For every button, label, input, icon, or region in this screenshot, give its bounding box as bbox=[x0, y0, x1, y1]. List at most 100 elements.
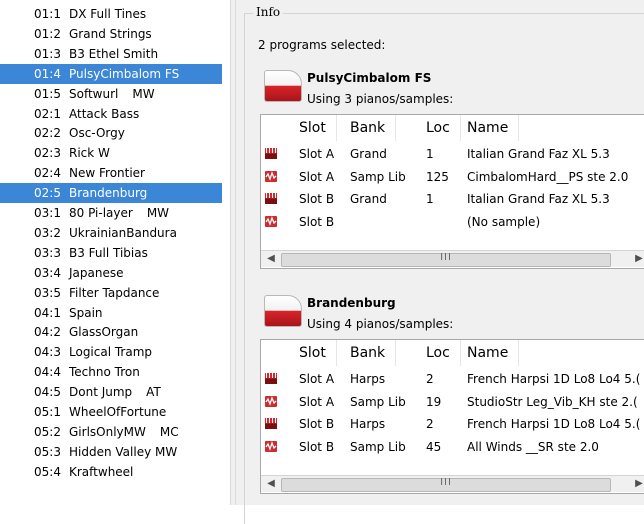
program-list-item[interactable]: 05:2 GirlsOnlyMW MC bbox=[0, 422, 222, 442]
program-list-item[interactable]: 02:1 Attack Bass bbox=[0, 104, 222, 124]
program-name: Japanese bbox=[69, 263, 124, 283]
scroll-left-icon[interactable]: ◀ bbox=[263, 476, 279, 492]
cell-bank: Harps bbox=[350, 417, 386, 431]
sample-icon bbox=[265, 395, 277, 407]
scrollbar-thumb[interactable]: III bbox=[281, 252, 611, 267]
column-header-bank[interactable]: Bank bbox=[350, 340, 397, 366]
table-row[interactable]: Slot B Grand 1 Italian Grand Faz XL 5.3 bbox=[261, 188, 644, 210]
column-header-name[interactable]: Name bbox=[467, 340, 520, 366]
program-list-item[interactable]: 04:5 Dont Jump AT bbox=[0, 382, 222, 402]
program-list-item[interactable]: 01:4 PulsyCimbalom FS bbox=[0, 63, 222, 84]
program-name: New Frontier bbox=[69, 163, 145, 183]
cell-name: All Winds __SR ste 2.0 bbox=[467, 439, 599, 454]
scrollbar-thumb[interactable]: III bbox=[281, 477, 611, 492]
program-list-item[interactable]: 03:3 B3 Full Tibias bbox=[0, 243, 222, 263]
program-list-item[interactable]: 02:5 Brandenburg bbox=[0, 183, 222, 204]
cell-bank: Samp Lib bbox=[350, 169, 406, 184]
horizontal-scrollbar[interactable]: ◀ III ▶ bbox=[261, 250, 644, 267]
program-name-text: Filter Tapdance bbox=[69, 285, 160, 300]
program-number: 01:1 bbox=[34, 7, 61, 21]
column-header-name[interactable]: Name bbox=[467, 115, 520, 141]
program-list-item[interactable]: 05:3 Hidden Valley MW bbox=[0, 442, 222, 462]
program-list-item[interactable]: 05:4 Kraftwheel bbox=[0, 462, 222, 482]
program-list-item[interactable]: 03:4 Japanese bbox=[0, 263, 222, 283]
program-name: WheelOfFortune bbox=[69, 402, 166, 422]
cell-bank: Grand bbox=[350, 192, 387, 206]
cell-name: Italian Grand Faz XL 5.3 bbox=[467, 192, 610, 206]
program-list-item[interactable]: 01:5 Softwurl MW bbox=[0, 84, 222, 104]
program-number: 01:4 bbox=[34, 66, 61, 81]
table-header: Slot Bank Loc Name bbox=[261, 115, 644, 141]
info-panel: Info 2 programs selected: PulsyCimbalom … bbox=[236, 0, 644, 524]
piano-icon bbox=[265, 373, 277, 384]
program-number: 05:1 bbox=[34, 405, 61, 419]
column-header-loc[interactable]: Loc bbox=[426, 340, 461, 366]
scroll-left-icon[interactable]: ◀ bbox=[263, 251, 279, 267]
program-list-item[interactable]: 04:2 GlassOrgan bbox=[0, 322, 222, 342]
program-name-text: Techno Tron bbox=[69, 365, 140, 380]
program-number: 03:1 bbox=[34, 206, 61, 220]
table-row[interactable]: Slot A Grand 1 Italian Grand Faz XL 5.3 bbox=[261, 143, 644, 165]
horizontal-scrollbar[interactable]: ◀ III ▶ bbox=[261, 475, 644, 492]
program-list-item[interactable]: 01:2 Grand Strings bbox=[0, 24, 222, 44]
program-list-item[interactable]: 03:1 80 Pi-layer MW bbox=[0, 203, 222, 223]
cell-bank: Grand bbox=[350, 147, 387, 161]
program-number: 02:3 bbox=[34, 146, 61, 161]
cell-name: CimbalomHard__PS ste 2.0 bbox=[467, 169, 629, 184]
cell-bank: Samp Lib bbox=[350, 394, 406, 409]
program-name-text: PulsyCimbalom FS bbox=[69, 66, 180, 81]
program-number: 04:3 bbox=[34, 345, 61, 360]
program-list[interactable]: 01:1 DX Full Tines 01:2 Grand Strings 01:3 B3… bbox=[0, 0, 222, 505]
table-row[interactable]: Slot A Samp Lib 125 CimbalomHard__PS ste 2.… bbox=[261, 166, 644, 188]
program-number: 03:3 bbox=[34, 245, 61, 260]
cell-name: (No sample) bbox=[467, 214, 541, 229]
cell-slot: Slot A bbox=[299, 394, 335, 409]
column-header-slot[interactable]: Slot bbox=[299, 340, 337, 366]
samples-table[interactable]: Slot Bank Loc Name Slot A Harps 2 French Harpsi… bbox=[260, 339, 644, 494]
program-name-text: Attack Bass bbox=[69, 106, 140, 121]
cell-loc: 125 bbox=[426, 169, 449, 184]
program-list-item[interactable]: 01:1 DX Full Tines bbox=[0, 4, 222, 24]
program-name-text: UkrainianBandura bbox=[69, 225, 177, 240]
program-list-item[interactable]: 03:5 Filter Tapdance bbox=[0, 283, 222, 303]
program-list-item[interactable]: 03:2 UkrainianBandura bbox=[0, 223, 222, 243]
scroll-right-icon[interactable]: ▶ bbox=[631, 476, 644, 492]
program-name: UkrainianBandura bbox=[69, 223, 177, 243]
table-row[interactable]: Slot B Harps 2 French Harpsi 1D Lo8 Lo4 5.( bbox=[261, 413, 644, 435]
table-row[interactable]: Slot B (No sample) bbox=[261, 211, 644, 233]
program-name: Hidden Valley MW bbox=[69, 442, 177, 462]
selected-count-label: 2 programs selected: bbox=[258, 38, 386, 52]
scroll-right-icon[interactable]: ▶ bbox=[631, 251, 644, 267]
program-name-text: Logical Tramp bbox=[69, 345, 153, 360]
program-suffix: AT bbox=[146, 385, 161, 400]
program-list-item[interactable]: 04:3 Logical Tramp bbox=[0, 342, 222, 362]
program-list-item[interactable]: 01:3 B3 Ethel Smith bbox=[0, 44, 222, 64]
cell-slot: Slot A bbox=[299, 169, 335, 184]
table-row[interactable]: Slot B Samp Lib 45 All Winds __SR ste 2.0 bbox=[261, 436, 644, 458]
column-header-loc[interactable]: Loc bbox=[426, 115, 461, 141]
cell-slot: Slot B bbox=[299, 214, 335, 229]
program-name: Filter Tapdance bbox=[69, 283, 159, 303]
column-header-slot[interactable]: Slot bbox=[299, 115, 337, 141]
table-row[interactable]: Slot A Samp Lib 19 StudioStr Leg_Vib_KH ste… bbox=[261, 391, 644, 413]
cell-name: French Harpsi 1D Lo8 Lo4 5.( bbox=[467, 417, 641, 431]
program-name: PulsyCimbalom FS bbox=[69, 64, 179, 84]
program-list-item[interactable]: 04:4 Techno Tron bbox=[0, 362, 222, 382]
program-name-text: GlassOrgan bbox=[69, 325, 139, 340]
program-list-item[interactable]: 04:1 Spain bbox=[0, 303, 222, 323]
samples-count-label: Using 3 pianos/samples: bbox=[307, 92, 454, 106]
samples-table[interactable]: Slot Bank Loc Name Slot A Grand 1 Italian Grand… bbox=[260, 114, 644, 269]
program-list-item[interactable]: 02:4 New Frontier bbox=[0, 163, 222, 183]
program-number: 04:5 bbox=[34, 385, 61, 400]
program-list-item[interactable]: 02:2 Osc-Orgy bbox=[0, 123, 222, 143]
program-name-text: GirlsOnlyMW bbox=[69, 424, 146, 439]
program-name: Logical Tramp bbox=[69, 342, 152, 362]
column-header-bank[interactable]: Bank bbox=[350, 115, 397, 141]
program-name-text: Dont Jump bbox=[69, 385, 133, 400]
cell-name: French Harpsi 1D Lo8 Lo4 5.( bbox=[467, 372, 641, 386]
program-name-text: Spain bbox=[69, 305, 103, 320]
program-list-item[interactable]: 05:1 WheelOfFortune bbox=[0, 402, 222, 422]
cell-slot: Slot B bbox=[299, 439, 335, 454]
program-list-item[interactable]: 02:3 Rick W bbox=[0, 143, 222, 163]
table-row[interactable]: Slot A Harps 2 French Harpsi 1D Lo8 Lo4 5.( bbox=[261, 368, 644, 390]
